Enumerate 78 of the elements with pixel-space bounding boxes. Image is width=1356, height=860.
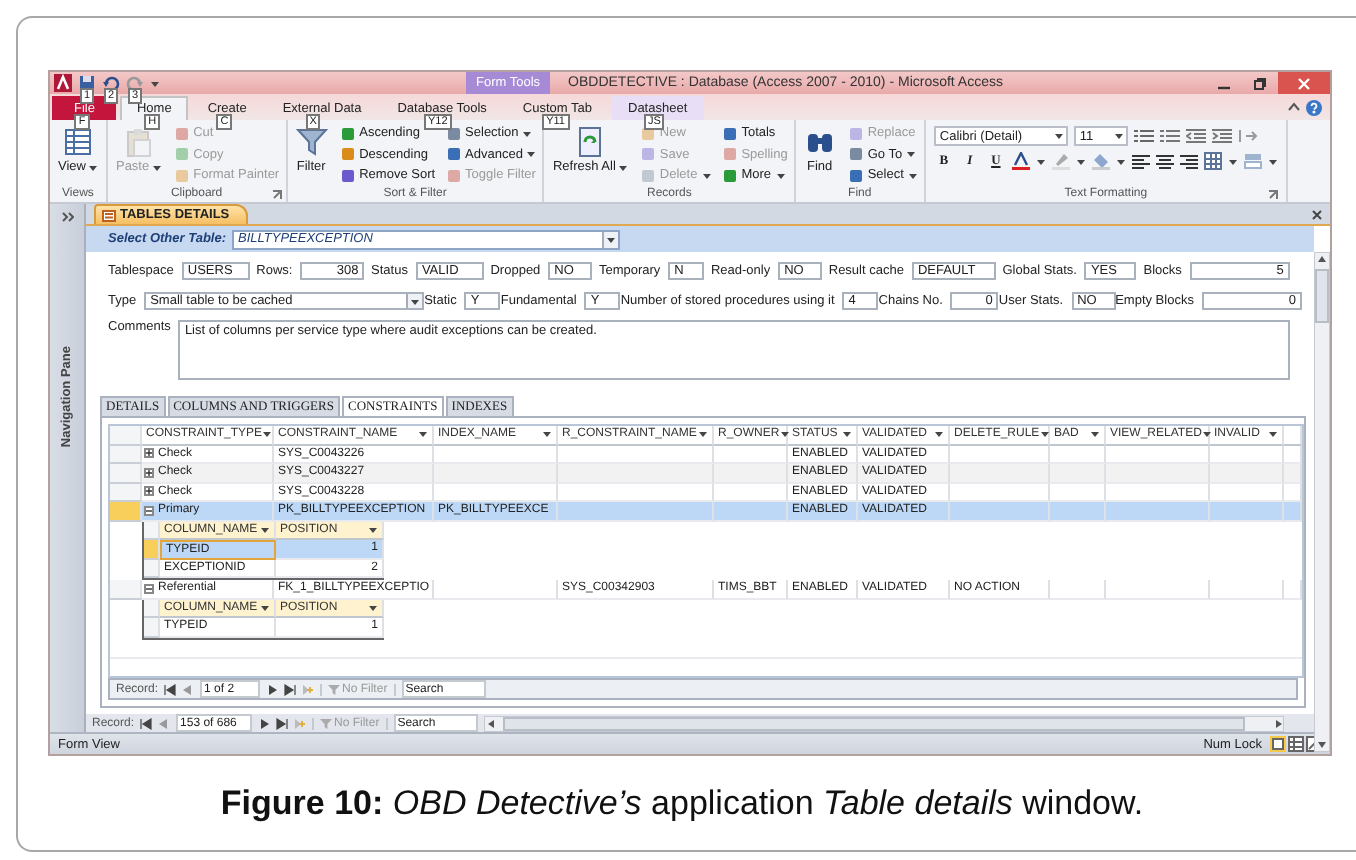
align-left-icon[interactable] bbox=[1131, 153, 1150, 169]
numbered-list-icon[interactable] bbox=[1159, 128, 1180, 144]
redo-icon[interactable] bbox=[126, 74, 144, 92]
restore-icon[interactable] bbox=[1254, 77, 1266, 89]
caret-icon bbox=[1035, 157, 1046, 165]
gridlines-icon[interactable] bbox=[1203, 152, 1222, 170]
caret-icon bbox=[368, 603, 378, 612]
fill-color-icon[interactable] bbox=[1091, 152, 1110, 170]
app-icon[interactable] bbox=[54, 74, 72, 92]
caret-icon bbox=[1115, 157, 1126, 165]
caret-icon bbox=[698, 430, 708, 439]
form-view-icon[interactable] bbox=[1270, 736, 1286, 752]
caret-icon bbox=[368, 525, 378, 534]
caret-icon bbox=[151, 163, 162, 171]
help-icon[interactable] bbox=[1306, 99, 1322, 115]
caret-icon bbox=[1090, 430, 1100, 439]
caret-icon bbox=[410, 297, 421, 305]
caret-icon bbox=[779, 430, 790, 439]
expander-icon[interactable] bbox=[144, 505, 154, 516]
bullet-list-icon[interactable] bbox=[1133, 128, 1154, 144]
launcher-icon[interactable] bbox=[271, 190, 282, 200]
increase-indent-icon[interactable] bbox=[1211, 128, 1232, 144]
expander-icon[interactable] bbox=[144, 583, 154, 594]
caret-icon bbox=[701, 171, 712, 179]
datasheet-view-icon[interactable] bbox=[1288, 736, 1304, 752]
expand-pane-icon[interactable] bbox=[61, 212, 73, 222]
align-center-icon[interactable] bbox=[1155, 153, 1174, 169]
first-record-icon[interactable] bbox=[140, 717, 153, 729]
caret-icon bbox=[906, 150, 917, 158]
vertical-scrollbar[interactable] bbox=[1314, 252, 1330, 752]
figure-caption: Figure 10: OBD Detective’s application Table details window. bbox=[220, 783, 1144, 823]
caret-icon bbox=[87, 163, 98, 171]
caret-icon bbox=[1268, 430, 1278, 439]
caret-icon bbox=[617, 163, 628, 171]
caret-icon bbox=[1227, 157, 1238, 165]
undo-icon[interactable] bbox=[102, 74, 120, 92]
caret-icon bbox=[1053, 132, 1064, 140]
caret-icon bbox=[522, 129, 533, 137]
caret-icon bbox=[526, 150, 537, 158]
caret-icon bbox=[907, 171, 918, 179]
paragraph-direction-icon[interactable] bbox=[1237, 128, 1258, 144]
caret-icon bbox=[150, 79, 160, 87]
caret-icon bbox=[1267, 157, 1278, 165]
last-record-icon[interactable] bbox=[284, 683, 297, 695]
caret-icon bbox=[1039, 430, 1050, 439]
caret-icon bbox=[606, 235, 616, 243]
expander-icon[interactable] bbox=[144, 486, 154, 497]
command-icon bbox=[295, 126, 328, 158]
caret-icon bbox=[260, 525, 270, 534]
caret-icon bbox=[775, 171, 786, 179]
launcher-icon[interactable] bbox=[1267, 190, 1278, 200]
last-record-icon[interactable] bbox=[276, 717, 289, 729]
expander-icon[interactable] bbox=[144, 467, 154, 478]
caret-icon bbox=[842, 430, 852, 439]
font-color-icon[interactable] bbox=[1011, 152, 1030, 170]
caret-icon bbox=[1113, 132, 1124, 140]
align-right-icon[interactable] bbox=[1179, 153, 1198, 169]
caret-icon bbox=[260, 603, 270, 612]
caret-icon bbox=[542, 430, 552, 439]
command-icon bbox=[122, 126, 155, 158]
horizontal-scrollbar[interactable] bbox=[483, 715, 1284, 731]
filter-icon bbox=[328, 683, 341, 695]
caret-icon bbox=[418, 430, 428, 439]
command-icon bbox=[61, 126, 94, 158]
previous-record-icon[interactable] bbox=[182, 683, 195, 695]
next-record-icon[interactable] bbox=[266, 683, 279, 695]
first-record-icon[interactable] bbox=[164, 683, 177, 695]
minimize-ribbon-icon[interactable] bbox=[1288, 102, 1300, 112]
expander-icon[interactable] bbox=[144, 448, 154, 459]
caret-icon bbox=[262, 430, 273, 439]
form-icon bbox=[102, 209, 116, 221]
command-icon bbox=[574, 126, 607, 158]
caret-icon bbox=[1075, 157, 1086, 165]
decrease-indent-icon[interactable] bbox=[1185, 128, 1206, 144]
caret-icon bbox=[1201, 430, 1212, 439]
close-icon[interactable] bbox=[1312, 209, 1322, 219]
caret-icon bbox=[934, 430, 944, 439]
row-color-icon[interactable] bbox=[1243, 152, 1262, 170]
